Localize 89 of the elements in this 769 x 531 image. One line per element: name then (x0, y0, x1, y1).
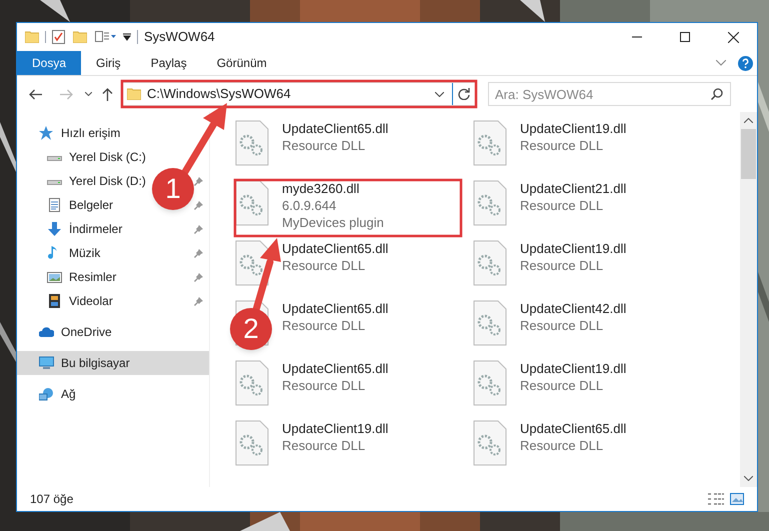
chevron-icon[interactable] (716, 60, 726, 66)
navigation-item[interactable]: Müzik (17, 241, 104, 265)
refresh-icon[interactable] (458, 88, 470, 100)
file-name: UpdateClient19.dll (282, 420, 388, 437)
file-name: UpdateClient19.dll (520, 120, 626, 137)
window-title: SysWOW64 (144, 28, 215, 46)
scrollbar-thumb[interactable] (741, 129, 756, 179)
navigation-item[interactable]: Ağ (17, 382, 80, 406)
scroll-down-icon[interactable] (744, 476, 753, 481)
file-detail: Resource DLL (520, 437, 604, 454)
navigation-item[interactable]: Videolar (17, 289, 117, 313)
navigation-item[interactable]: Hızlı erişim (17, 121, 124, 145)
gear-file-icon (235, 120, 269, 166)
checklist-icon[interactable] (52, 30, 65, 44)
scroll-up-icon[interactable] (744, 118, 753, 123)
gear-file-icon (473, 120, 507, 166)
address-bar[interactable]: C:\Windows\SysWOW64 (121, 82, 476, 106)
dropdown-icon[interactable] (435, 92, 444, 96)
large-icons-view-icon[interactable] (730, 493, 744, 505)
network-icon (39, 387, 54, 401)
file-detail: Resource DLL (282, 437, 366, 454)
file-detail: Resource DLL (520, 317, 604, 334)
file-detail: Resource DLL (520, 137, 604, 154)
pictures-icon (47, 270, 62, 284)
help-icon[interactable] (738, 56, 753, 70)
search-field[interactable]: Ara: SysWOW64 (488, 82, 731, 106)
item-count: 107 öğe (30, 491, 74, 508)
gear-file-icon (473, 240, 507, 286)
file-name: UpdateClient19.dll (520, 240, 626, 257)
video-icon (47, 294, 62, 308)
ribbon-tab[interactable]: Giriş (81, 51, 136, 75)
dropdown-icon[interactable] (123, 33, 131, 41)
pin-icon[interactable] (194, 296, 203, 306)
properties-icon[interactable] (95, 31, 117, 43)
ribbon-tab[interactable]: Paylaş (136, 51, 202, 75)
file-name: UpdateClient65.dll (520, 420, 626, 437)
file-name: UpdateClient19.dll (520, 360, 626, 377)
file-detail: Resource DLL (520, 377, 604, 394)
gear-file-icon (235, 420, 269, 466)
maximize-icon[interactable] (680, 32, 690, 42)
document-icon (47, 198, 62, 212)
ribbon-tab[interactable]: Görünüm (202, 51, 282, 75)
file-detail: Resource DLL (282, 137, 366, 154)
caret-icon[interactable] (85, 92, 92, 96)
gear-file-icon (235, 240, 269, 286)
file-detail: Resource DLL (282, 317, 366, 334)
navigation-item[interactable]: Yerel Disk (C:) (17, 145, 150, 169)
gear-file-icon (473, 180, 507, 226)
download-icon (47, 222, 62, 236)
file-detail: Resource DLL (282, 377, 366, 394)
close-icon[interactable] (728, 32, 739, 42)
file-detail: MyDevices plugin (282, 214, 384, 231)
file-detail: Resource DLL (282, 257, 366, 274)
file-name: UpdateClient65.dll (282, 360, 388, 377)
folder-icon (127, 88, 141, 100)
navigation-item[interactable]: Yerel Disk (D:) (17, 169, 150, 193)
gear-file-icon (235, 360, 269, 406)
file-name: UpdateClient65.dll (282, 240, 388, 257)
pin-icon[interactable] (194, 200, 203, 210)
back-arrow-icon[interactable] (29, 88, 42, 100)
file-name: UpdateClient65.dll (282, 120, 388, 137)
file-detail: 6.0.9.644 (282, 197, 338, 214)
gear-file-icon (235, 180, 269, 226)
pin-icon[interactable] (194, 224, 203, 234)
up-arrow-icon[interactable] (102, 88, 113, 100)
file-detail: Resource DLL (520, 197, 604, 214)
file-name: UpdateClient42.dll (520, 300, 626, 317)
file-name: myde3260.dll (282, 180, 360, 197)
file-name: UpdateClient65.dll (282, 300, 388, 317)
gear-file-icon (473, 420, 507, 466)
star-icon (39, 126, 54, 140)
pin-icon[interactable] (194, 176, 203, 186)
navigation-item[interactable]: İndirmeler (17, 217, 126, 241)
scrollbar[interactable] (740, 112, 757, 487)
search-icon[interactable] (711, 88, 723, 100)
details-view-icon[interactable] (708, 493, 724, 505)
file-name: UpdateClient21.dll (520, 180, 626, 197)
navigation-item[interactable]: Bu bilgisayar (17, 351, 209, 375)
computer-icon (39, 356, 54, 370)
gear-file-icon (473, 360, 507, 406)
address-path: C:\Windows\SysWOW64 (147, 85, 291, 104)
pin-icon[interactable] (194, 248, 203, 258)
navigation-item[interactable]: OneDrive (17, 320, 116, 344)
gear-file-icon (473, 300, 507, 346)
navigation-item[interactable]: Belgeler (17, 193, 118, 217)
file-detail: Resource DLL (520, 257, 604, 274)
pin-icon[interactable] (194, 272, 203, 282)
navigation-item[interactable]: Resimler (17, 265, 120, 289)
cloud-icon (39, 325, 54, 339)
